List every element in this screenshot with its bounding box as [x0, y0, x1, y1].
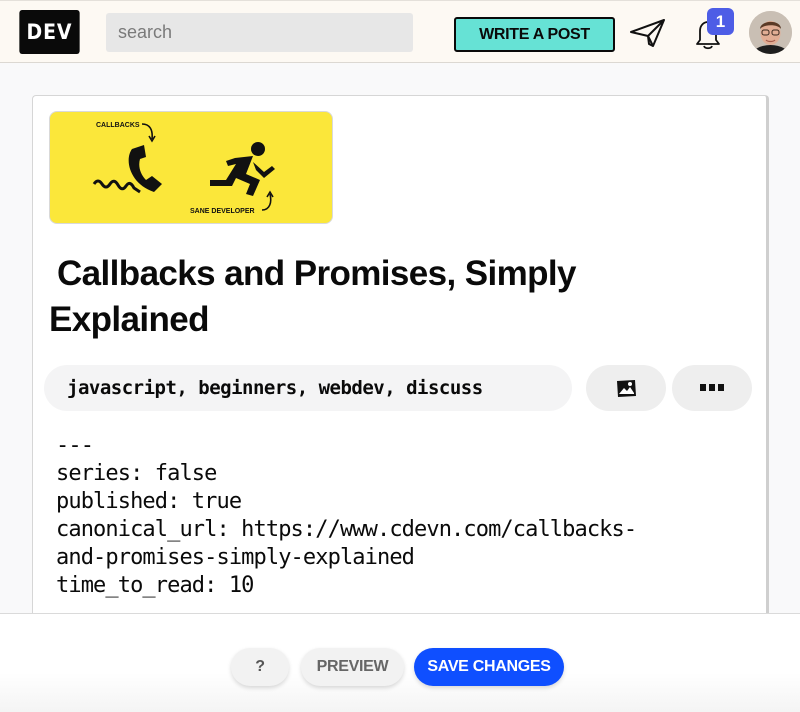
avatar-photo	[749, 11, 792, 54]
search-input[interactable]	[106, 13, 413, 52]
cover-illustration: CALLBACKS SANE DEVELOPER	[92, 122, 275, 215]
save-changes-button[interactable]: SAVE CHANGES	[414, 648, 564, 686]
tags-input[interactable]: javascript, beginners, webdev, discuss	[44, 365, 572, 411]
post-title-input[interactable]: Callbacks and Promises, Simply Explained	[49, 251, 689, 343]
user-avatar[interactable]	[749, 11, 792, 54]
cover-label-callbacks: CALLBACKS	[96, 122, 140, 129]
paper-plane-icon[interactable]	[628, 17, 668, 49]
top-nav: DEV WRITE A POST 1	[0, 0, 800, 63]
write-post-button[interactable]: WRITE A POST	[454, 17, 615, 52]
image-upload-button[interactable]	[586, 365, 666, 411]
more-horizontal-icon	[700, 384, 724, 391]
editor-card: CALLBACKS SANE DEVELOPER Callbacks and P…	[32, 95, 769, 635]
post-body-editor[interactable]: --- series: false published: true canoni…	[56, 432, 756, 600]
more-options-button[interactable]	[672, 365, 752, 411]
editor-actions-bar: ? PREVIEW SAVE CHANGES	[0, 613, 800, 712]
image-icon	[617, 380, 636, 397]
cover-label-sane-developer: SANE DEVELOPER	[190, 208, 255, 215]
preview-button[interactable]: PREVIEW	[301, 648, 404, 686]
paper-plane-svg	[630, 19, 665, 47]
dev-logo[interactable]: DEV	[19, 10, 80, 54]
notification-badge: 1	[707, 8, 734, 35]
help-button[interactable]: ?	[231, 648, 289, 686]
cover-image[interactable]: CALLBACKS SANE DEVELOPER	[49, 111, 333, 224]
